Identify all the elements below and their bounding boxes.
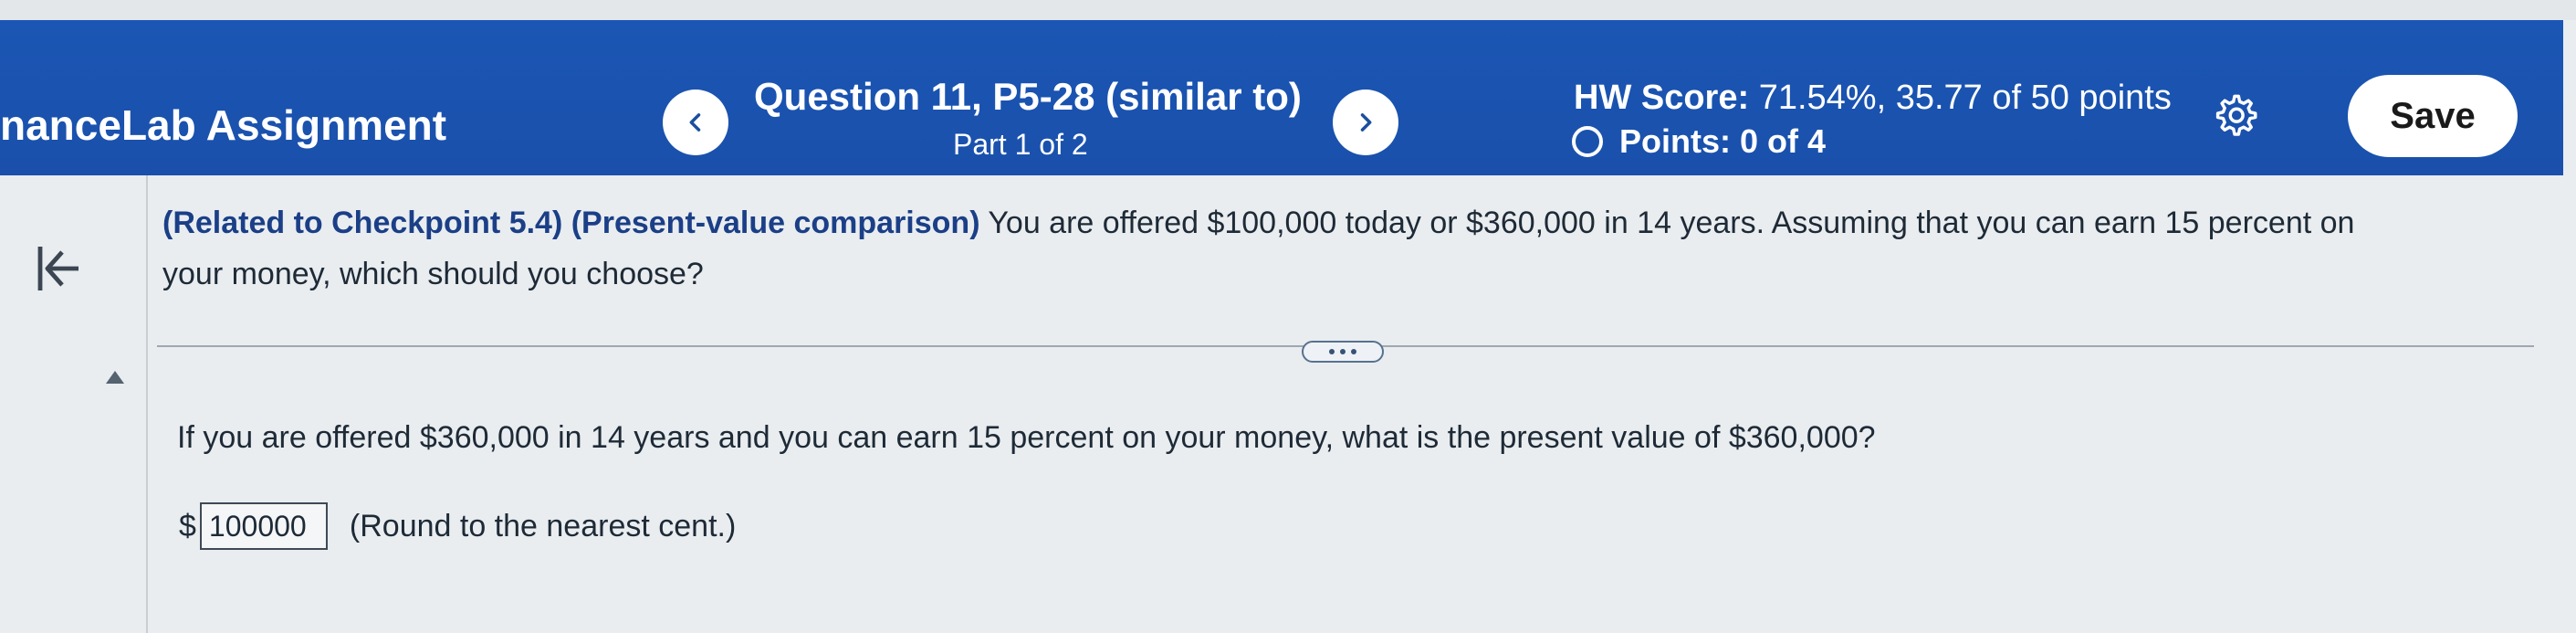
question-part: Part 1 of 2 bbox=[953, 128, 1088, 161]
save-button[interactable]: Save bbox=[2348, 75, 2518, 157]
hw-score: HW Score: 71.54%, 35.77 of 50 points bbox=[1574, 79, 2172, 118]
chevron-right-icon bbox=[1360, 113, 1372, 132]
part-question: If you are offered $360,000 in 14 years … bbox=[177, 420, 1876, 455]
previous-question-button[interactable] bbox=[663, 90, 728, 155]
question-title: Question 11, P5-28 (similar to) bbox=[754, 75, 1302, 118]
app-title: nanceLab Assignment bbox=[0, 101, 447, 149]
hw-score-value: 71.54%, 35.77 of 50 points bbox=[1758, 79, 2172, 117]
next-question-button[interactable] bbox=[1333, 90, 1398, 155]
answer-row: $ (Round to the nearest cent.) bbox=[179, 502, 736, 550]
sidebar-divider bbox=[146, 175, 148, 633]
problem-statement: (Related to Checkpoint 5.4) (Present-val… bbox=[162, 197, 2372, 300]
hw-score-label: HW Score: bbox=[1574, 79, 1750, 117]
points-label: Points: 0 of 4 bbox=[1619, 122, 1827, 160]
chevron-left-icon bbox=[689, 113, 701, 132]
present-value-input[interactable] bbox=[199, 502, 328, 550]
circle-outline-icon bbox=[1572, 126, 1603, 157]
scroll-up-indicator[interactable] bbox=[106, 371, 124, 384]
more-dot bbox=[1340, 349, 1346, 354]
more-dot bbox=[1329, 349, 1335, 354]
more-dot bbox=[1351, 349, 1356, 354]
browser-top-strip bbox=[0, 0, 2576, 20]
points-status: Points: 0 of 4 bbox=[1572, 122, 1826, 161]
assignment-header: nanceLab Assignment Question 11, P5-28 (… bbox=[0, 20, 2563, 175]
more-icon[interactable] bbox=[1302, 341, 1384, 363]
currency-symbol: $ bbox=[179, 508, 196, 543]
collapse-left-icon[interactable] bbox=[35, 243, 82, 294]
rounding-hint: (Round to the nearest cent.) bbox=[349, 508, 737, 543]
gear-icon[interactable] bbox=[2211, 91, 2258, 139]
problem-reference: (Related to Checkpoint 5.4) (Present-val… bbox=[162, 206, 980, 240]
